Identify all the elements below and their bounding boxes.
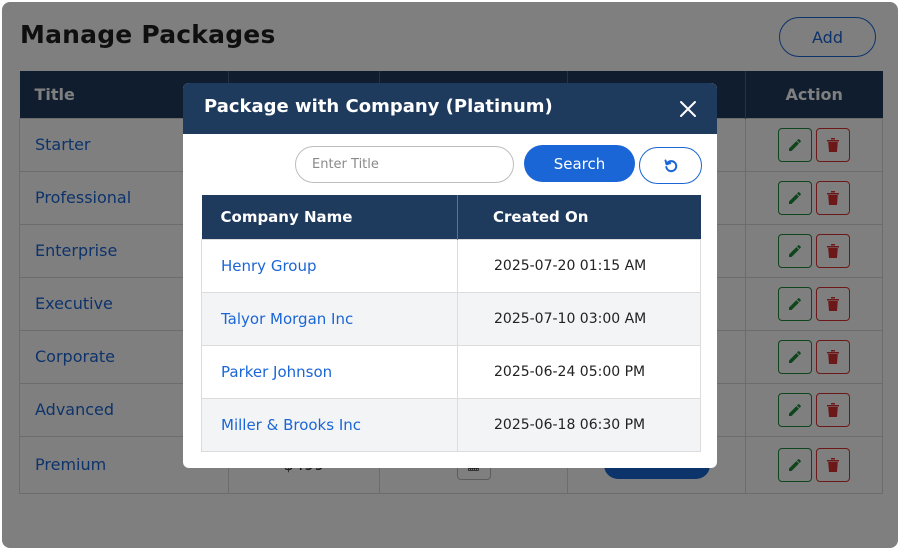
close-icon[interactable] xyxy=(679,100,697,118)
modal-title: Package with Company (Platinum) xyxy=(204,96,553,117)
company-table: Company Name Created On Henry Group 2025… xyxy=(201,195,701,452)
search-input[interactable] xyxy=(295,146,514,183)
table-row: Henry Group 2025-07-20 01:15 AM xyxy=(201,238,701,293)
table-header: Company Name Created On xyxy=(201,195,701,239)
company-link[interactable]: Henry Group xyxy=(201,238,458,293)
company-link[interactable]: Parker Johnson xyxy=(201,344,458,399)
company-link[interactable]: Miller & Brooks Inc xyxy=(201,397,458,452)
search-button[interactable]: Search xyxy=(524,145,635,182)
table-row: Talyor Morgan Inc 2025-07-10 03:00 AM xyxy=(201,291,701,346)
refresh-icon xyxy=(664,159,677,172)
created-on-cell: 2025-06-24 05:00 PM xyxy=(457,344,701,399)
modal-header: Package with Company (Platinum) xyxy=(183,83,717,134)
table-row: Miller & Brooks Inc 2025-06-18 06:30 PM xyxy=(201,397,701,452)
reset-button[interactable] xyxy=(639,147,702,184)
table-row: Parker Johnson 2025-06-24 05:00 PM xyxy=(201,344,701,399)
created-on-cell: 2025-06-18 06:30 PM xyxy=(457,397,701,452)
package-company-modal: Package with Company (Platinum) Search C… xyxy=(183,83,717,468)
company-link[interactable]: Talyor Morgan Inc xyxy=(201,291,458,346)
column-header-created: Created On xyxy=(457,195,701,239)
column-header-company: Company Name xyxy=(201,195,458,239)
created-on-cell: 2025-07-20 01:15 AM xyxy=(457,238,701,293)
created-on-cell: 2025-07-10 03:00 AM xyxy=(457,291,701,346)
